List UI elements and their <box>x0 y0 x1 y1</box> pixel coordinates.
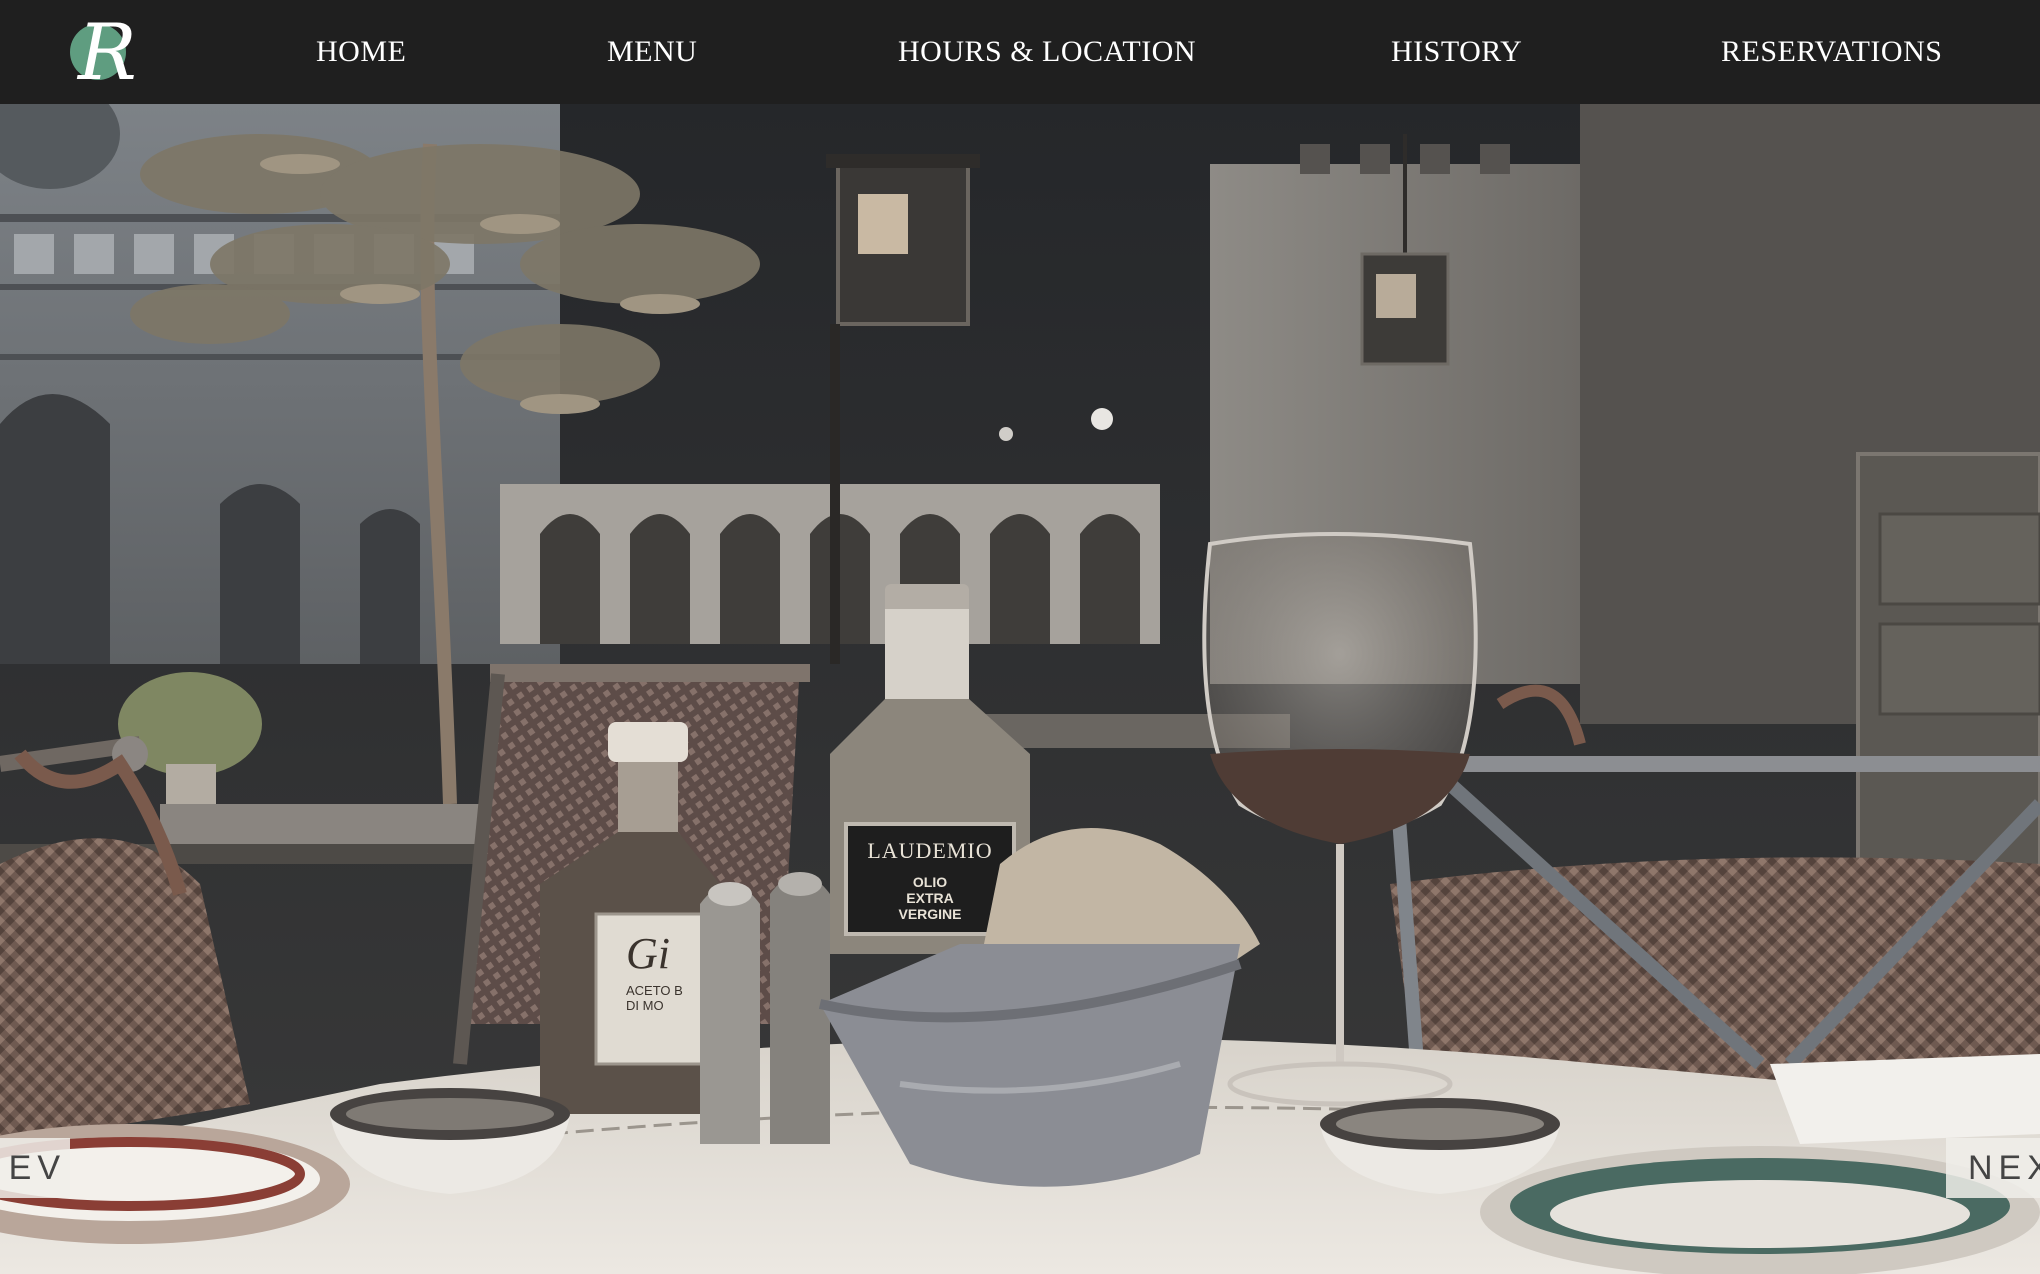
vinegar-sub2: DI MO <box>626 998 664 1013</box>
nav-menu-link[interactable]: MENU <box>607 0 697 104</box>
restaurant-logo[interactable]: R <box>66 8 146 98</box>
page: R HOME MENU HOURS & LOCATION HISTORY RES… <box>0 0 2040 1274</box>
slider-prev-button[interactable]: EV <box>0 1138 70 1198</box>
hero-photo <box>0 104 2040 1274</box>
vinegar-bottle-label: Gi ACETO B DI MO <box>596 914 706 1064</box>
nav-history-link[interactable]: HISTORY <box>1391 0 1522 104</box>
olive-oil-line1: OLIO <box>912 874 948 890</box>
hero-slideshow-image: LAUDEMIO OLIO EXTRA VERGINE Gi ACETO B D… <box>0 104 2040 1274</box>
olive-oil-brand: LAUDEMIO <box>867 838 993 863</box>
vinegar-brand: Gi <box>626 929 670 978</box>
olive-oil-label: LAUDEMIO OLIO EXTRA VERGINE <box>846 824 1014 934</box>
slider-next-button[interactable]: NEX <box>1946 1138 2040 1198</box>
nav-reservations-link[interactable]: RESERVATIONS <box>1721 0 1942 104</box>
olive-oil-line2: EXTRA <box>906 890 954 906</box>
nav-home-link[interactable]: HOME <box>316 0 406 104</box>
logo-letter: R <box>78 8 137 98</box>
vinegar-sub1: ACETO B <box>626 983 683 998</box>
top-navigation-bar: R HOME MENU HOURS & LOCATION HISTORY RES… <box>0 0 2040 104</box>
olive-oil-line3: VERGINE <box>898 906 962 922</box>
nav-hours-location-link[interactable]: HOURS & LOCATION <box>898 0 1196 104</box>
